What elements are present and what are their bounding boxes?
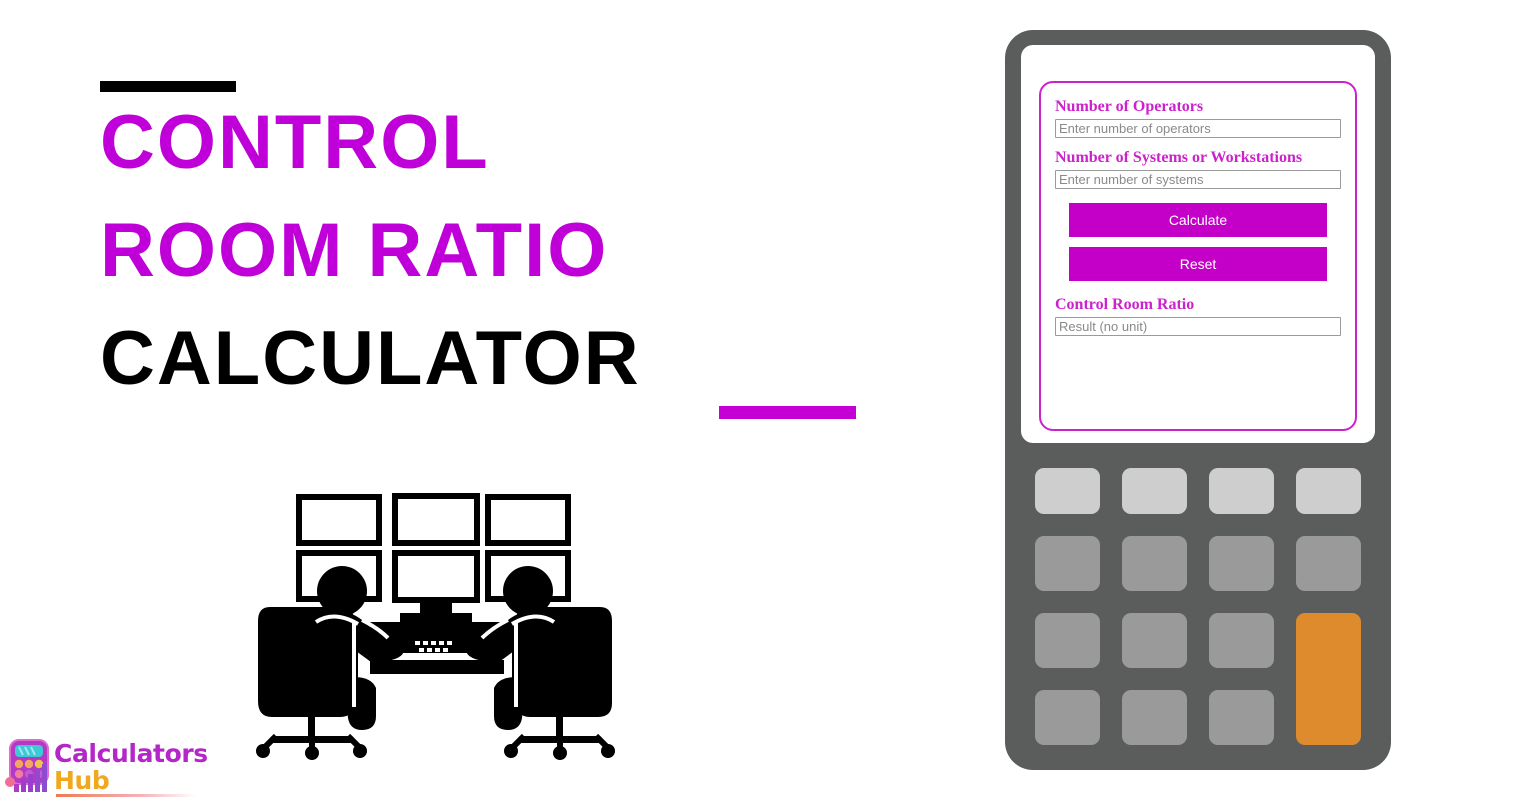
calculate-button[interactable]: Calculate xyxy=(1069,203,1327,237)
keypad-key-r2c4[interactable] xyxy=(1296,536,1361,591)
brand-logo[interactable]: Calculators Hub xyxy=(4,736,214,798)
brand-name-primary: Calculators xyxy=(54,739,208,768)
keypad-key-r3c2[interactable] xyxy=(1122,613,1187,668)
keypad-key-r2c2[interactable] xyxy=(1122,536,1187,591)
keypad-key-r4c1[interactable] xyxy=(1035,690,1100,745)
keypad-key-r4c2[interactable] xyxy=(1122,690,1187,745)
brand-logo-underline xyxy=(56,794,196,797)
calculator-screen: Number of Operators Number of Systems or… xyxy=(1021,45,1375,443)
brand-logo-text: Calculators Hub xyxy=(54,736,214,796)
calculator-device: Number of Operators Number of Systems or… xyxy=(1005,30,1391,770)
keypad-key-r1c1[interactable] xyxy=(1035,468,1100,514)
keypad-key-r2c1[interactable] xyxy=(1035,536,1100,591)
label-control-room-ratio: Control Room Ratio xyxy=(1055,296,1195,313)
keypad-key-r1c2[interactable] xyxy=(1122,468,1187,514)
field-group-systems: Number of Systems or Workstations xyxy=(1055,148,1341,189)
page-title-line-3: CALCULATOR xyxy=(100,316,641,401)
keypad-key-r3c1[interactable] xyxy=(1035,613,1100,668)
title-bottom-rule xyxy=(719,406,856,419)
input-number-of-systems[interactable] xyxy=(1055,170,1341,189)
field-group-operators: Number of Operators xyxy=(1055,97,1341,138)
calculator-keypad xyxy=(1035,468,1361,760)
keypad-key-r2c3[interactable] xyxy=(1209,536,1274,591)
title-block: CONTROL ROOM RATIO CALCULATOR Calculator… xyxy=(0,0,960,800)
page-title-line-2: ROOM RATIO xyxy=(100,208,609,293)
field-group-result: Control Room Ratio xyxy=(1055,295,1341,336)
input-number-of-operators[interactable] xyxy=(1055,119,1341,138)
output-control-room-ratio[interactable] xyxy=(1055,317,1341,336)
calculator-bar-chart-icon xyxy=(4,738,56,796)
control-room-illustration xyxy=(252,472,618,768)
keypad-key-r1c4[interactable] xyxy=(1296,468,1361,514)
title-top-rule xyxy=(100,81,236,92)
brand-name-secondary: Hub xyxy=(54,766,110,795)
keypad-key-r4c3[interactable] xyxy=(1209,690,1274,745)
label-number-of-operators: Number of Operators xyxy=(1055,98,1204,115)
reset-button[interactable]: Reset xyxy=(1069,247,1327,281)
page-title-line-1: CONTROL xyxy=(100,100,490,185)
calculator-form-card: Number of Operators Number of Systems or… xyxy=(1039,81,1357,431)
keypad-key-r3c3[interactable] xyxy=(1209,613,1274,668)
keypad-key-r1c3[interactable] xyxy=(1209,468,1274,514)
label-number-of-systems: Number of Systems or Workstations xyxy=(1055,149,1303,166)
keypad-key-equals-accent[interactable] xyxy=(1296,613,1361,745)
